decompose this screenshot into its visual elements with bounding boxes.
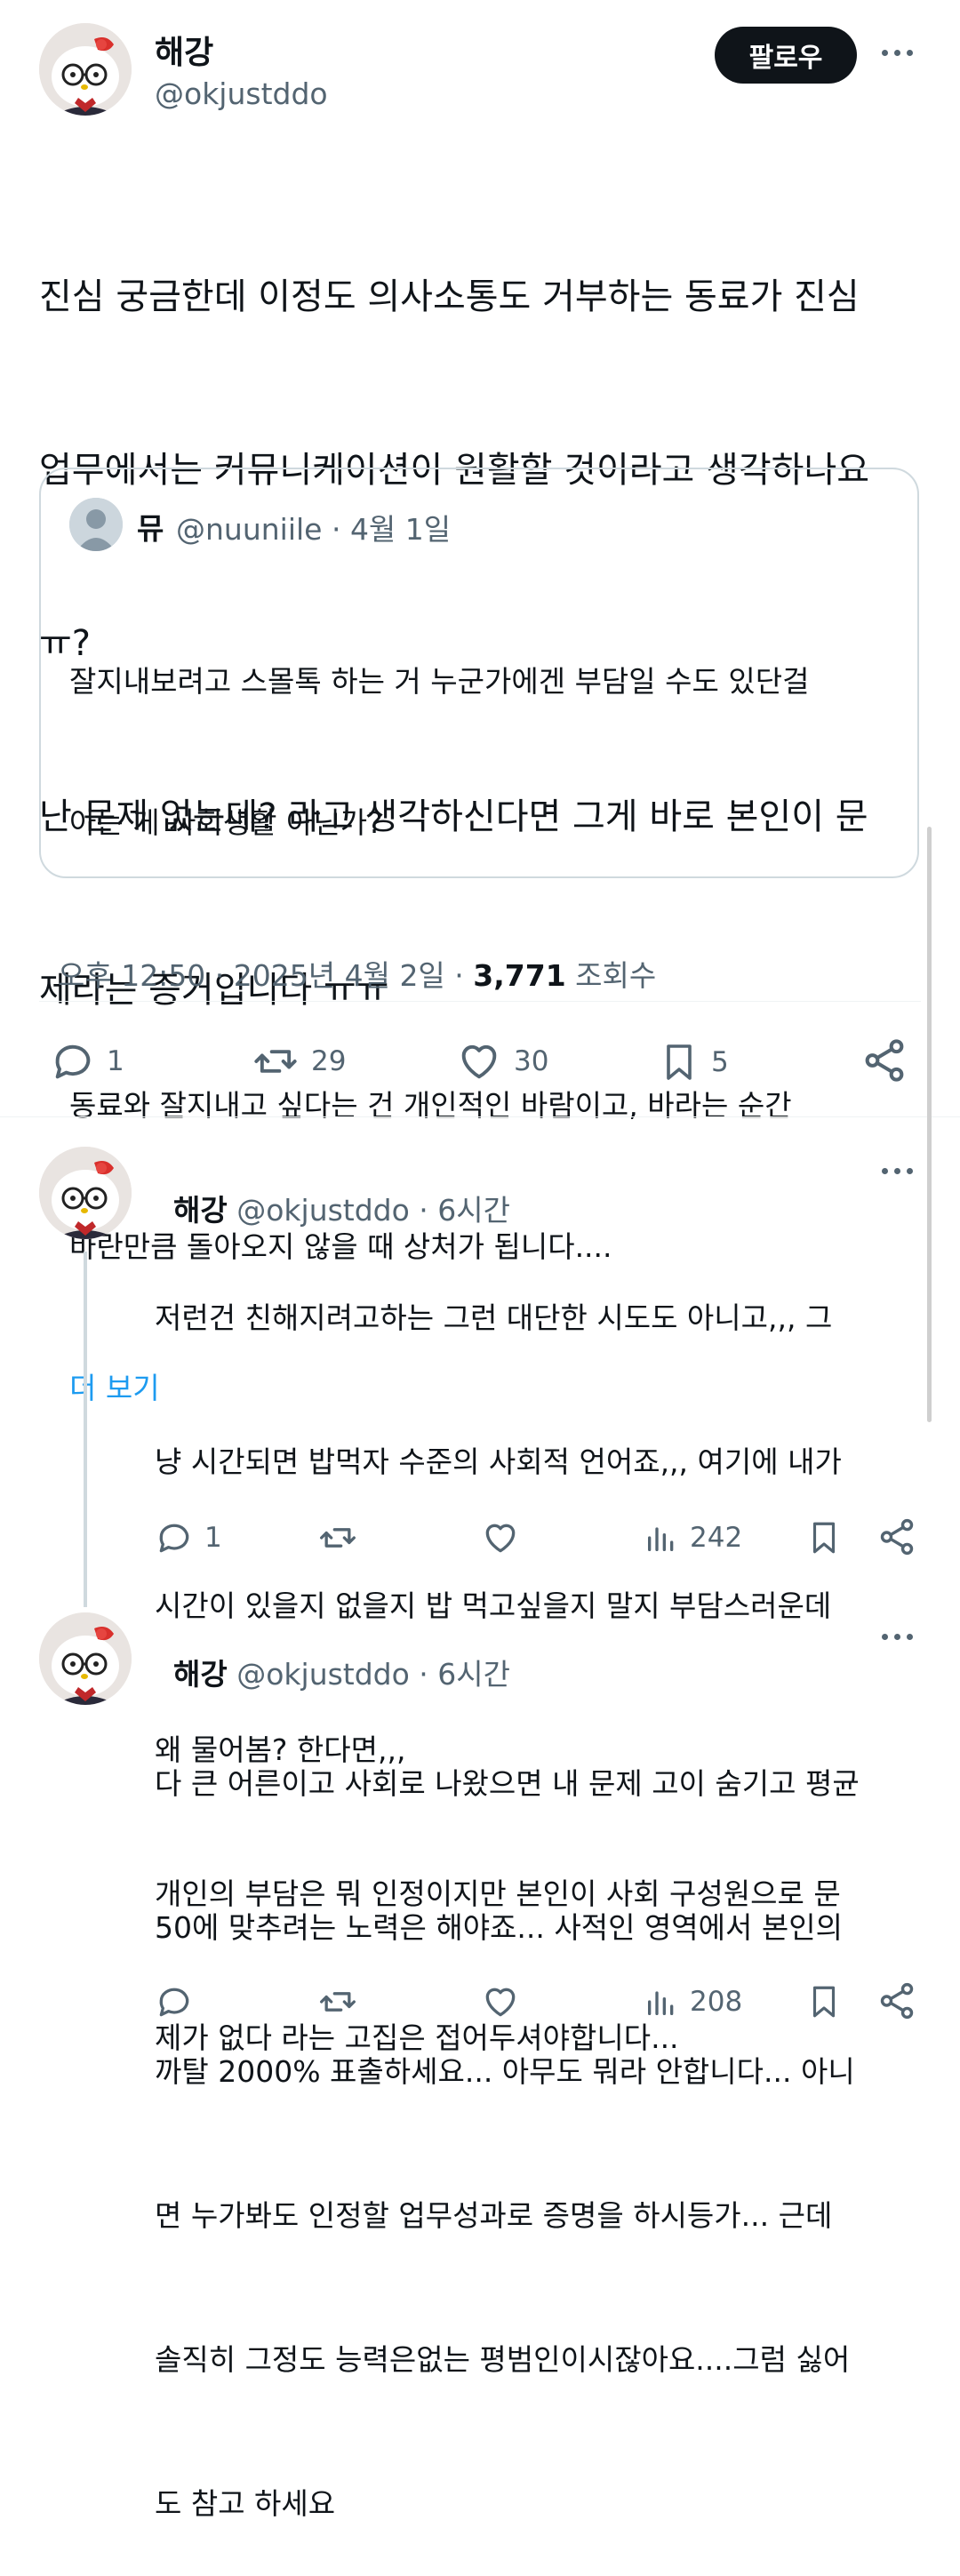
more-dots-icon[interactable] [882,1634,913,1640]
views-button[interactable]: 208 [644,1982,742,2021]
repost-arrows-icon [254,1050,297,1073]
quote-line: 잘지내보려고 스몰톡 하는 거 누군가에겐 부담일 수도 있단걸 [69,664,810,699]
reply-line: 까탈 2000% 표출하세요... 아무도 뭐라 안합니다... 아니 [155,2054,855,2089]
reply-line: 다 큰 어른이고 사회로 나왔으면 내 문제 고이 숨기고 평균 [155,1766,860,1801]
bar-chart-icon [648,1527,674,1551]
views-button[interactable]: 242 [644,1518,742,1557]
speech-bubble-icon [55,1044,91,1079]
bookmark-icon [667,1044,692,1080]
avatar[interactable] [39,23,132,116]
reply-button[interactable]: 1 [50,1038,124,1084]
repost-button[interactable] [316,1518,370,1557]
like-button[interactable] [480,1518,532,1557]
reply-count: 1 [204,1522,222,1554]
quote-line: 아는 게 사회생활 아닌가? [69,805,383,840]
views-count: 3,771 [473,958,566,993]
heart-icon [485,1524,516,1553]
bookmark-icon [812,1986,836,2018]
share-button[interactable] [876,1516,917,1557]
reply-line: 면 누가봐도 인정할 업무성과로 증명을 하시등가... 근데 [155,2198,833,2233]
heart-icon [485,1988,516,2017]
heart-icon [461,1044,497,1079]
repost-arrows-icon [320,1992,356,2012]
quote-card[interactable]: 뮤 @nuuniile · 4월 1일 잘지내보려고 스몰톡 하는 거 누군가에… [39,468,919,1405]
follow-button[interactable]: 팔로우 [715,27,857,84]
reply-count: 1 [107,1045,124,1077]
reply-text: 다 큰 어른이고 사회로 나왔으면 내 문제 고이 숨기고 평균 50에 맞추려… [155,1664,928,2576]
views-label: 조회수 [565,958,657,993]
repost-count: 29 [311,1045,347,1077]
share-button[interactable] [860,1036,908,1084]
post-timestamp[interactable]: 오후 12:50 · 2025년 4월 2일 · [58,958,473,993]
quote-line: 동료와 잘지내고 싶다는 건 개인적인 바람이고, 바라는 순간 [69,1088,792,1123]
reply-line: 저런건 친해지려고하는 그런 대단한 시도도 아니고,,, 그 [155,1300,833,1335]
share-icon [865,1039,904,1082]
author-handle[interactable]: @okjustddo [155,76,328,111]
bookmark-icon [812,1522,836,1554]
more-dots-icon[interactable] [882,1168,913,1174]
bar-chart-icon [648,1991,674,2015]
repost-button[interactable]: 29 [251,1038,346,1084]
bookmark-button[interactable]: 5 [658,1038,729,1086]
avatar[interactable] [39,1612,132,1705]
speech-bubble-icon [159,1524,189,1553]
divider [39,1001,921,1002]
bookmark-button[interactable] [805,1980,843,2023]
reply-line: 냥 시간되면 밥먹자 수준의 사회적 언어죠,,, 여기에 내가 [155,1444,842,1479]
author-name[interactable]: 해강 [155,27,213,73]
avatar[interactable] [39,1147,132,1239]
bookmark-button[interactable] [805,1516,843,1559]
bookmark-count: 5 [711,1046,729,1078]
divider [0,1116,960,1117]
more-dots-icon[interactable] [882,50,913,56]
reply-line: 50에 맞추려는 노력은 해야죠... 사적인 영역에서 본인의 [155,1910,843,1945]
reply-line: 도 참고 하세요 [155,2486,336,2521]
repost-button[interactable] [316,1982,370,2021]
reply-line: 솔직히 그정도 능력은없는 평범인이시잖아요....그럼 싫어 [155,2342,851,2377]
thread-line [84,1252,87,1607]
reply-button[interactable] [155,1982,204,2021]
speech-bubble-icon [159,1988,189,2017]
default-avatar-icon[interactable] [69,498,123,551]
share-button[interactable] [876,1980,917,2021]
repost-arrows-icon [320,1528,356,1548]
reply-button[interactable]: 1 [155,1518,222,1557]
like-button[interactable]: 30 [455,1038,548,1084]
share-icon [880,1982,914,2020]
share-icon [880,1518,914,1556]
post-timestamp-row: 오후 12:50 · 2025년 4월 2일 · 3,771 조회수 [39,917,656,995]
views-count: 242 [690,1522,743,1554]
like-count: 30 [514,1045,549,1077]
quote-meta[interactable]: @nuuniile · 4월 1일 [176,506,451,548]
post-text-line: 진심 궁금한데 이정도 의사소통도 거부하는 동료가 진심 [39,276,860,317]
like-button[interactable] [480,1982,532,2021]
views-count: 208 [690,1986,743,2018]
quote-author-name[interactable]: 뮤 [137,505,164,548]
